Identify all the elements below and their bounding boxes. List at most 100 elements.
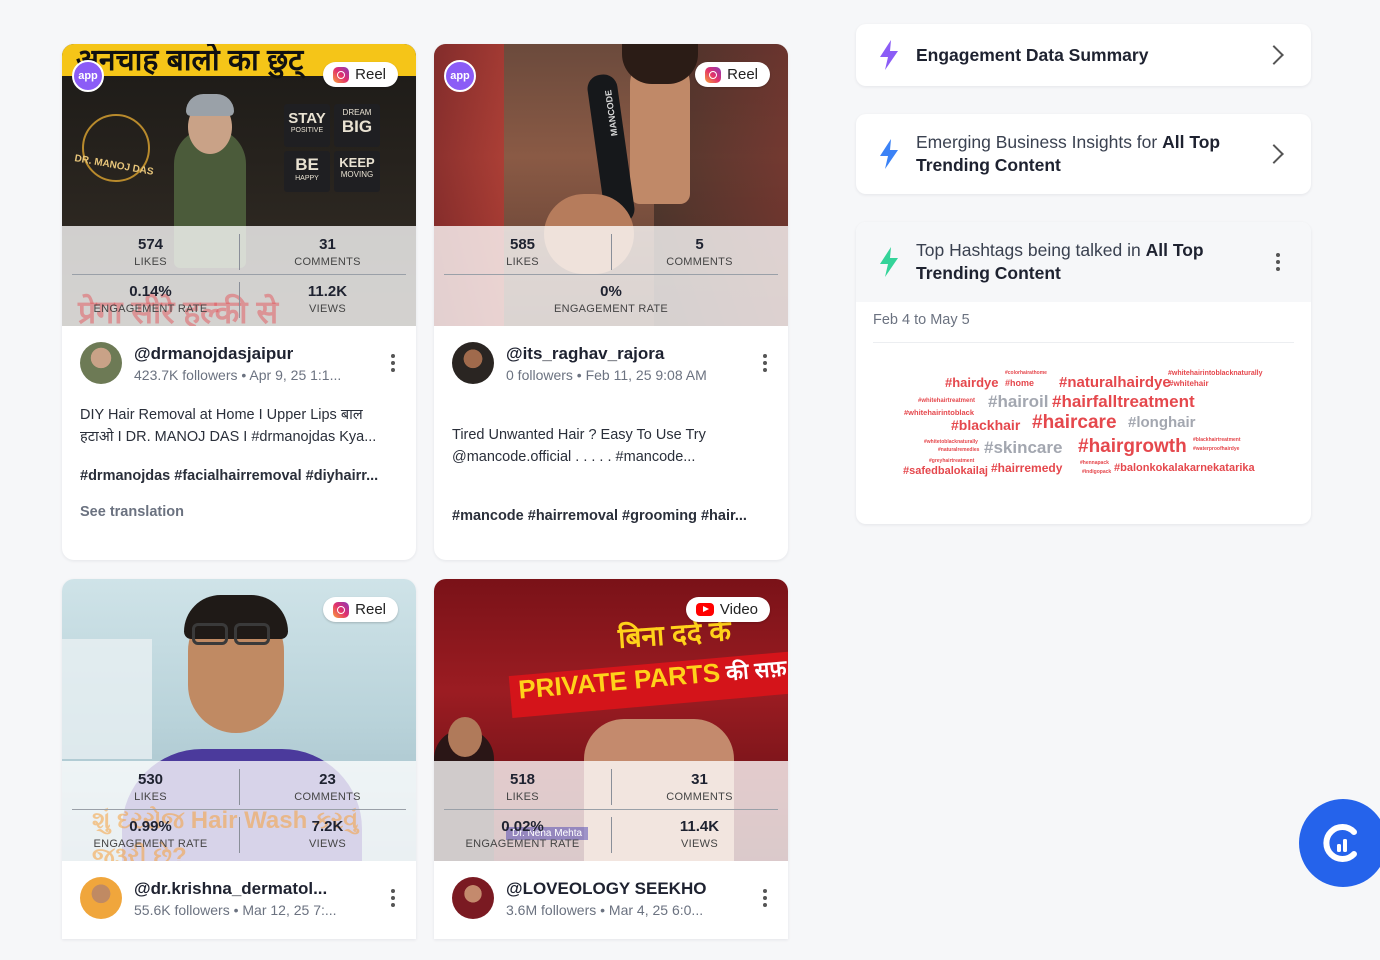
hashtag[interactable]: #whitetoblacknaturally <box>924 439 978 445</box>
see-translation-link[interactable]: See translation <box>62 504 416 520</box>
creator-app-icon: app <box>444 60 476 92</box>
avatar[interactable] <box>80 342 122 384</box>
tile-text: BIG <box>341 117 373 136</box>
hashtag[interactable]: #safedbalokailaj <box>903 465 988 477</box>
avatar[interactable] <box>452 877 494 919</box>
platform-label: Reel <box>355 601 386 618</box>
thumbnail[interactable]: बिना दर्द के PRIVATE PARTS की सफ़ Video … <box>434 579 788 861</box>
creator-handle[interactable]: @LOVEOLOGY SEEKHO <box>506 879 748 899</box>
creator-meta: 3.6M followers • Mar 4, 25 6:0... <box>506 901 704 918</box>
content-card[interactable]: MANCODE app Reel 585 LIKES 5 COMMENTS 0% EN… <box>434 44 788 560</box>
hashtag[interactable]: #colorhairathome <box>1005 370 1047 376</box>
platform-badge: Reel <box>695 62 770 87</box>
instagram-icon <box>705 66 722 83</box>
chat-assistant-button[interactable] <box>1299 799 1380 887</box>
hashtag[interactable]: #naturalhairdye <box>1059 374 1171 391</box>
post-caption: DIY Hair Removal at Home I Upper Lips बा… <box>80 407 377 445</box>
tile-text: POSITIVE <box>290 127 324 134</box>
views-count: 11.2K <box>307 283 348 300</box>
likes-label: LIKES <box>506 256 539 268</box>
thumbnail[interactable]: Reel શું દરરોજ Hair Wash કરવું જરૂરી છે?… <box>62 579 416 861</box>
engagement-rate: 0.02% <box>501 818 544 835</box>
stats-overlay: Dr. Neha Mehta 518 LIKES 31 COMMENTS 0.02%… <box>434 761 788 861</box>
views-count: 7.2K <box>311 818 344 835</box>
hashtag[interactable]: #blackhairtreatment <box>1193 437 1241 443</box>
hashtag[interactable]: #whitehairintoblack <box>904 408 974 417</box>
stats-overlay: प्रेगा सीरे हल्की से 574 LIKES 31 COMMENTS… <box>62 226 416 326</box>
thumbnail[interactable]: अनचाह बालो का छुट् DR. MANOJ DAS STAY POS… <box>62 44 416 326</box>
hashtag[interactable]: #whitehairtreatment <box>918 398 975 404</box>
content-card[interactable]: बिना दर्द के PRIVATE PARTS की सफ़ Video … <box>434 579 788 939</box>
comments-label: COMMENTS <box>294 256 361 268</box>
hashtag[interactable]: #longhair <box>1128 414 1196 431</box>
title-bold: All Top <box>1162 132 1221 152</box>
hashtag[interactable]: #hairgrowth <box>1078 436 1187 458</box>
thumbnail[interactable]: MANCODE app Reel 585 LIKES 5 COMMENTS 0% EN… <box>434 44 788 326</box>
hashtag[interactable]: #blackhair <box>951 417 1020 433</box>
views-label: VIEWS <box>681 838 718 850</box>
likes-label: LIKES <box>134 256 167 268</box>
tile-text: STAY <box>288 110 326 127</box>
tile-text: BE <box>295 155 319 174</box>
creator-handle[interactable]: @dr.krishna_dermatol... <box>134 879 376 899</box>
title-bold-line2: Trending Content <box>916 263 1061 283</box>
more-options-icon[interactable] <box>760 889 770 907</box>
thumb-banner-text: अनचाह बालो का छुट् <box>76 44 304 77</box>
more-options-icon[interactable] <box>1273 253 1283 271</box>
comments-label: COMMENTS <box>294 791 361 803</box>
chevron-right-icon[interactable] <box>1264 144 1284 164</box>
views-count: 11.4K <box>679 818 720 835</box>
post-caption: Tired Unwanted Hair ? Easy To Use Try @m… <box>452 427 706 465</box>
instagram-icon <box>333 601 350 618</box>
title-bold-line2: Trending Content <box>916 155 1061 175</box>
avatar[interactable] <box>80 877 122 919</box>
platform-badge: Reel <box>323 597 398 622</box>
likes-count: 585 <box>509 236 536 253</box>
business-insights-panel[interactable]: Emerging Business Insights for All Top T… <box>856 114 1311 194</box>
content-card[interactable]: अनचाह बालो का छुट् DR. MANOJ DAS STAY POS… <box>62 44 416 560</box>
title-prefix: Emerging Business Insights for <box>916 132 1163 152</box>
hashtag[interactable]: #whitehairintoblacknaturally <box>1168 370 1263 377</box>
creator-meta: 55.6K followers • Mar 12, 25 7:... <box>134 901 337 918</box>
platform-label: Video <box>719 601 758 618</box>
hashtag[interactable]: #haircare <box>1032 412 1117 434</box>
hashtag[interactable]: #hennapack <box>1080 460 1109 466</box>
platform-label: Reel <box>727 66 758 83</box>
more-options-icon[interactable] <box>388 889 398 907</box>
hashtag[interactable]: #naturalremedies <box>938 447 979 453</box>
hashtag[interactable]: #balonkokalakarnekatarika <box>1114 462 1255 474</box>
stats-overlay: શું દરરોજ Hair Wash કરવું જરૂરી છે? 530 L… <box>62 761 416 861</box>
comments-count: 31 <box>319 236 336 253</box>
likes-label: LIKES <box>506 791 539 803</box>
hashtag[interactable]: #hairfalltreatment <box>1052 392 1195 412</box>
creator-meta: 0 followers • Feb 11, 25 9:08 AM <box>506 366 707 383</box>
youtube-icon <box>695 603 714 616</box>
hashtag[interactable]: #hairremedy <box>991 461 1062 475</box>
hashtag-word-cloud: #colorhairathome #whitehairintoblacknatu… <box>892 362 1282 492</box>
avatar[interactable] <box>452 342 494 384</box>
hashtag[interactable]: #whitehair <box>1169 379 1209 388</box>
tile-text: MOVING <box>340 170 374 179</box>
hashtag[interactable]: #hairdye <box>945 375 998 390</box>
more-options-icon[interactable] <box>388 354 398 372</box>
hashtag[interactable]: #home <box>1005 378 1034 388</box>
creator-handle[interactable]: @drmanojdasjaipur <box>134 344 376 364</box>
hashtag[interactable]: #skincare <box>984 438 1062 458</box>
hashtag[interactable]: #greyhairtreatment <box>929 458 974 464</box>
hashtag[interactable]: #indigopack <box>1082 469 1111 475</box>
hashtag[interactable]: #waterproofhairdye <box>1193 446 1239 452</box>
lightning-icon <box>880 247 898 277</box>
thumb-suffix-text: की सफ़ <box>724 655 788 686</box>
stats-overlay: 585 LIKES 5 COMMENTS 0% ENGAGEMENT RATE <box>434 226 788 326</box>
views-label: VIEWS <box>309 838 346 850</box>
hashtag[interactable]: #hairoil <box>988 392 1048 412</box>
engagement-summary-panel[interactable]: Engagement Data Summary <box>856 24 1311 86</box>
creator-meta: 423.7K followers • Apr 9, 25 1:1... <box>134 366 342 383</box>
platform-label: Reel <box>355 66 386 83</box>
content-card[interactable]: Reel શું દરરોજ Hair Wash કરવું જરૂરી છે?… <box>62 579 416 939</box>
engagement-rate: 0.14% <box>129 283 172 300</box>
more-options-icon[interactable] <box>760 354 770 372</box>
chevron-right-icon[interactable] <box>1264 45 1284 65</box>
engagement-label: ENGAGEMENT RATE <box>553 303 669 315</box>
creator-handle[interactable]: @its_raghav_rajora <box>506 344 748 364</box>
